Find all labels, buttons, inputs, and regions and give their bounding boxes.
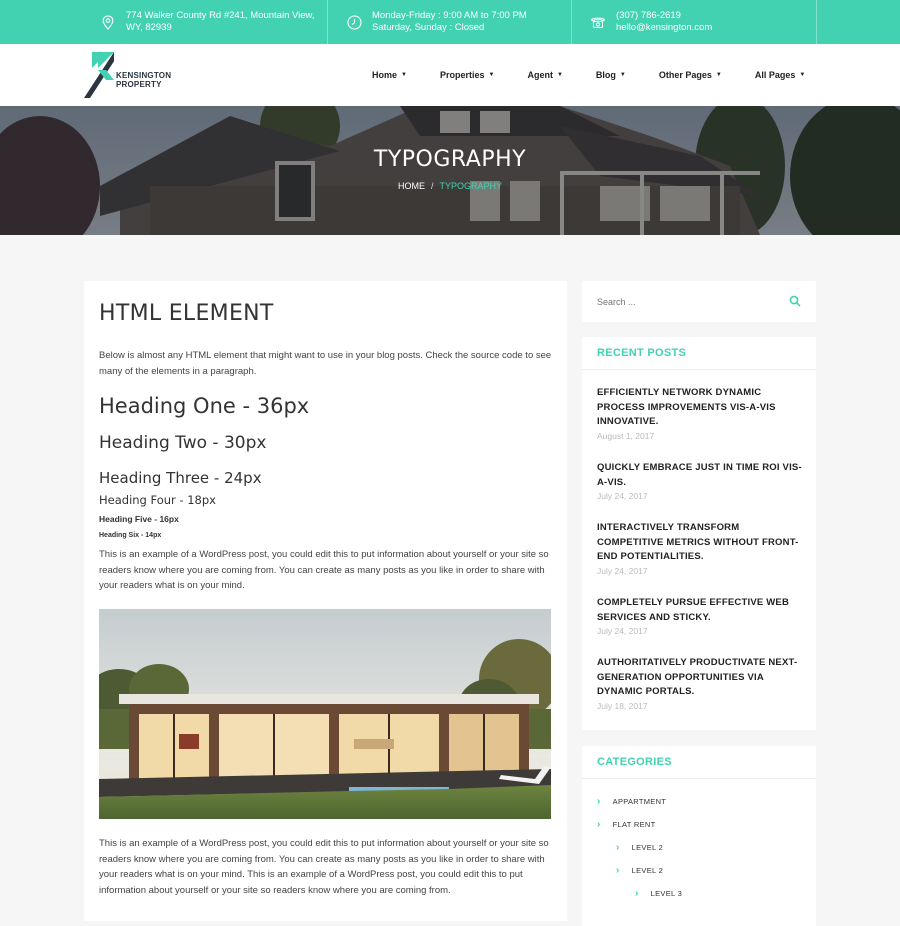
- nav-label: Other Pages: [658, 70, 712, 80]
- address-info: 774 Walker County Rd #241, Mountain View…: [0, 0, 328, 44]
- phone-icon: [590, 14, 606, 30]
- recent-posts-widget: RECENT POSTS EFFICIENTLY NETWORK DYNAMIC…: [582, 337, 816, 730]
- body-paragraph-2: This is an example of a WordPress post, …: [99, 838, 549, 896]
- recent-post-date: July 24, 2017: [597, 626, 648, 636]
- categories-title: CATEGORIES: [597, 756, 672, 768]
- hours-info: Monday-Friday : 9:00 AM to 7:00 PM Satur…: [328, 0, 572, 44]
- page-title: TYPOGRAPHY: [373, 147, 527, 172]
- caret-down-icon: ▼: [401, 72, 407, 78]
- nav-item-agent[interactable]: Agent ▼: [527, 70, 562, 80]
- caret-down-icon: ▼: [799, 72, 806, 78]
- nav-label: Home: [372, 70, 398, 80]
- widget-divider: [582, 369, 816, 370]
- recent-post-item: COMPLETELY PURSUE EFFECTIVE WEB SERVICES…: [597, 596, 802, 636]
- main-nav: Home ▼ Properties ▼ Agent ▼ Blog ▼ Other Pag…: [372, 44, 838, 106]
- nav-label: Agent: [527, 70, 553, 80]
- recent-posts-title: RECENT POSTS: [597, 347, 687, 359]
- search-icon[interactable]: [789, 295, 801, 307]
- logo-line-2: PROPERTY: [116, 79, 162, 89]
- hours-line-2: Saturday, Sunday : Closed: [372, 22, 485, 33]
- breadcrumb-home-link[interactable]: HOME: [398, 181, 425, 191]
- address-line-2: WY, 82939: [126, 22, 172, 33]
- chevron-right-icon: ›: [635, 888, 639, 899]
- recent-post-link[interactable]: INTERACTIVELY TRANSFORM COMPETITIVE METR…: [597, 521, 802, 565]
- category-item[interactable]: › LEVEL 2: [616, 865, 663, 876]
- breadcrumb: HOME / TYPOGRAPHY: [0, 181, 900, 191]
- top-info-bar: 774 Walker County Rd #241, Mountain View…: [0, 0, 900, 44]
- chevron-right-icon: ›: [616, 842, 620, 853]
- breadcrumb-separator: /: [430, 181, 434, 191]
- category-item[interactable]: › FLAT RENT: [597, 819, 656, 830]
- recent-post-date: July 18, 2017: [597, 700, 648, 711]
- breadcrumb-current: TYPOGRAPHY: [439, 181, 503, 191]
- main-content-card: HTML ELEMENT Below is almost any HTML el…: [84, 281, 567, 921]
- nav-item-all-pages[interactable]: All Pages ▼: [755, 70, 805, 80]
- heading-two-sample: Heading Two - 30px: [99, 433, 267, 453]
- recent-post-item: EFFICIENTLY NETWORK DYNAMIC PROCESS IMPR…: [597, 386, 802, 441]
- heading-five-sample: Heading Five - 16px: [99, 514, 179, 524]
- heading-one-sample: Heading One - 36px: [99, 394, 310, 418]
- nav-label: Properties: [439, 70, 485, 80]
- logo-text[interactable]: KENSINGTON PROPERTY: [116, 71, 171, 89]
- widget-divider: [582, 778, 816, 779]
- recent-post-date: July 24, 2017: [597, 565, 648, 576]
- nav-item-blog[interactable]: Blog ▼: [596, 70, 626, 80]
- section-title: HTML ELEMENT: [99, 301, 274, 326]
- map-pin-icon: [100, 14, 116, 30]
- hours-line-1: Monday-Friday : 9:00 AM to 7:00 PM: [372, 10, 527, 21]
- caret-down-icon: ▼: [488, 72, 495, 78]
- search-input[interactable]: [582, 281, 772, 322]
- recent-post-link[interactable]: EFFICIENTLY NETWORK DYNAMIC PROCESS IMPR…: [597, 386, 802, 430]
- recent-post-item: INTERACTIVELY TRANSFORM COMPETITIVE METR…: [597, 521, 802, 576]
- intro-paragraph: Below is almost any HTML element that mi…: [99, 350, 552, 377]
- nav-item-other-pages[interactable]: Other Pages ▼: [659, 70, 722, 80]
- categories-widget: CATEGORIES › APPARTMENT › FLAT RENT › LEVEL…: [582, 746, 816, 926]
- contact-info: (307) 786-2619 hello@kensington.com: [572, 0, 817, 44]
- caret-down-icon: ▼: [619, 72, 626, 78]
- phone-number[interactable]: (307) 786-2619: [616, 10, 712, 22]
- nav-label: Blog: [595, 70, 616, 80]
- category-item[interactable]: › LEVEL 3: [635, 888, 682, 899]
- category-label: LEVEL 2: [631, 843, 664, 852]
- caret-down-icon: ▼: [556, 72, 563, 78]
- chevron-right-icon: ›: [597, 819, 601, 830]
- chevron-right-icon: ›: [597, 796, 601, 807]
- search-widget: [582, 281, 816, 322]
- category-item[interactable]: › LEVEL 2: [616, 842, 663, 853]
- caret-down-icon: ▼: [715, 72, 722, 78]
- recent-post-link[interactable]: COMPLETELY PURSUE EFFECTIVE WEB SERVICES…: [597, 596, 802, 625]
- heading-six-sample: Heading Six - 14px: [99, 532, 162, 539]
- recent-post-date: August 1, 2017: [597, 430, 655, 441]
- nav-label: All Pages: [754, 70, 796, 80]
- clock-icon: [346, 14, 362, 30]
- category-label: LEVEL 2: [631, 866, 664, 875]
- chevron-right-icon: ›: [616, 865, 620, 876]
- heading-four-sample: Heading Four - 18px: [99, 493, 216, 507]
- nav-item-properties[interactable]: Properties ▼: [440, 70, 494, 80]
- email-address[interactable]: hello@kensington.com: [616, 22, 712, 34]
- modern-house-photo: [99, 609, 551, 819]
- recent-post-item: AUTHORITATIVELY PRODUCTIVATE NEXT-GENERA…: [597, 656, 802, 711]
- category-label: FLAT RENT: [612, 820, 656, 829]
- logo-mark-icon: [84, 52, 114, 98]
- heading-three-sample: Heading Three - 24px: [99, 469, 262, 487]
- address-line-1: 774 Walker County Rd #241, Mountain View…: [126, 10, 315, 21]
- recent-post-date: July 24, 2017: [597, 491, 648, 501]
- recent-post-link[interactable]: AUTHORITATIVELY PRODUCTIVATE NEXT-GENERA…: [597, 656, 802, 700]
- recent-post-link[interactable]: QUICKLY EMBRACE JUST IN TIME ROI VIS-A-V…: [597, 461, 802, 490]
- category-item[interactable]: › APPARTMENT: [597, 796, 666, 807]
- nav-item-home[interactable]: Home ▼: [372, 70, 407, 80]
- category-label: APPARTMENT: [612, 797, 667, 806]
- recent-post-item: QUICKLY EMBRACE JUST IN TIME ROI VIS-A-V…: [597, 461, 802, 501]
- body-paragraph-1: This is an example of a WordPress post, …: [99, 549, 549, 591]
- category-label: LEVEL 3: [650, 889, 683, 898]
